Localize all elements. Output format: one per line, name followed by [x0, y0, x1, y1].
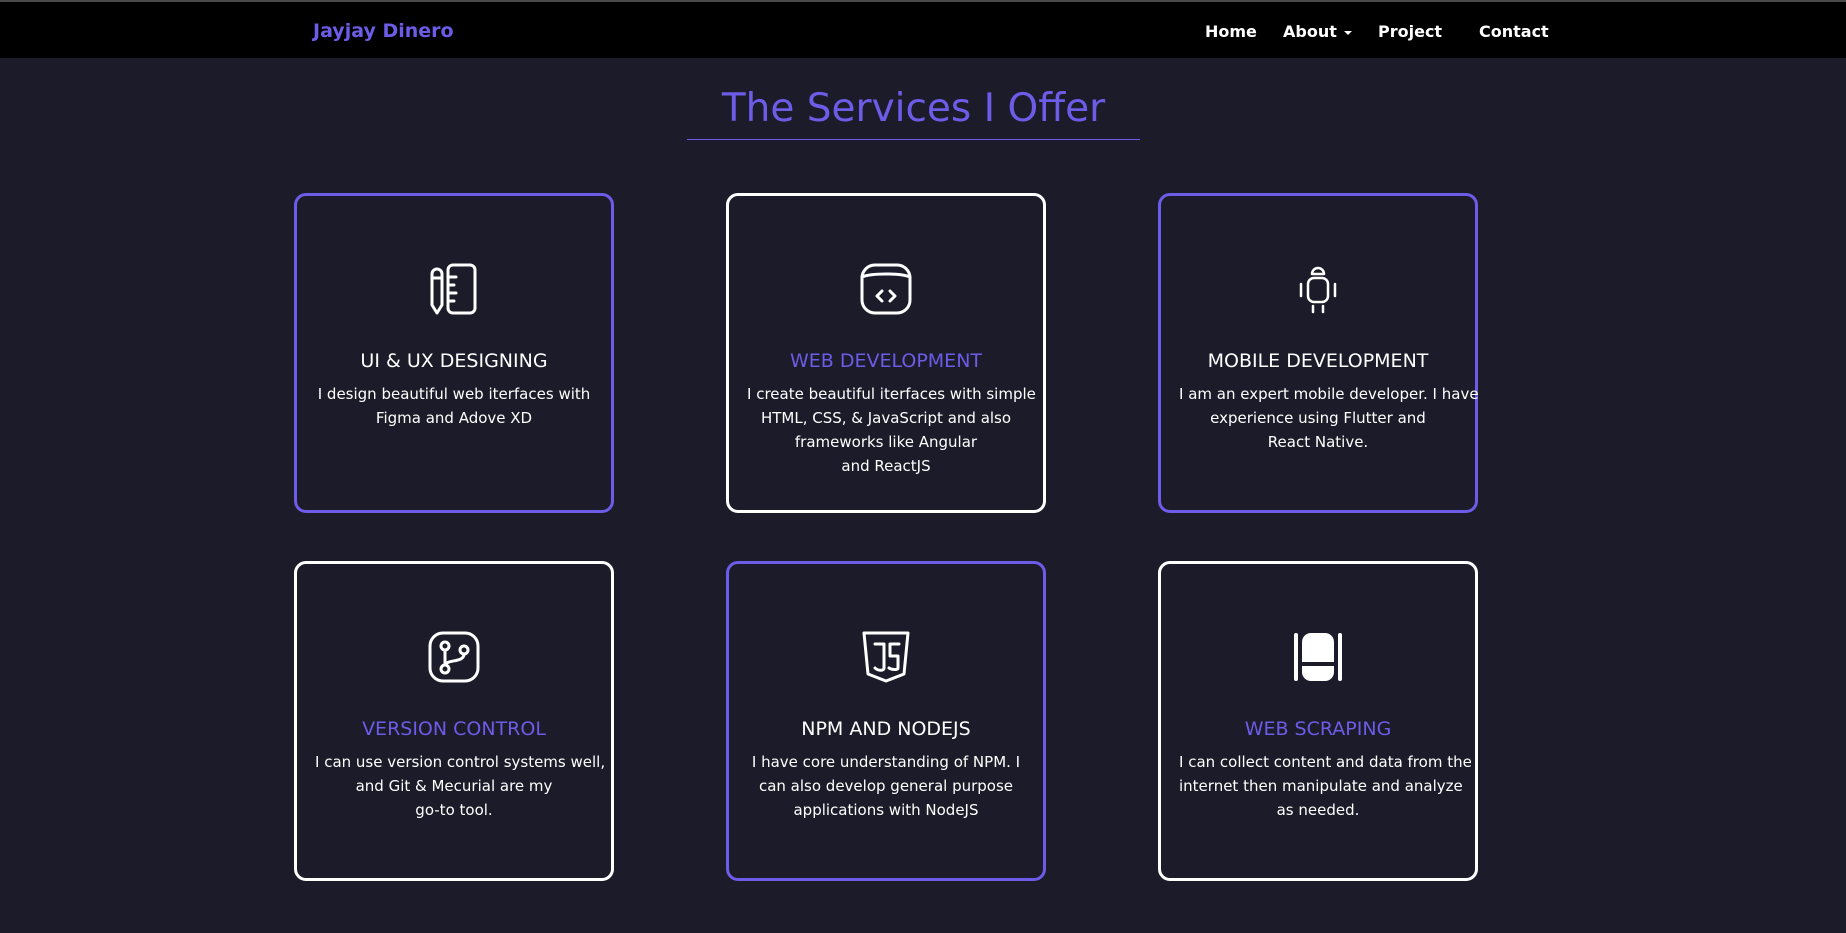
service-description: I am an expert mobile developer. I have …	[1179, 382, 1479, 454]
android-icon	[1291, 262, 1345, 316]
service-description: I create beautiful iterfaces with simple…	[747, 382, 1036, 478]
service-card-web-scraping: WEB SCRAPING I can collect content and d…	[1158, 561, 1478, 881]
web-scraping-icon	[1291, 630, 1345, 684]
service-card-version-control: VERSION CONTROL I can use version contro…	[294, 561, 614, 881]
service-title: NPM AND NODEJS	[801, 718, 971, 740]
nav-link-about[interactable]: About	[1283, 22, 1352, 41]
nav-link-project[interactable]: Project	[1378, 22, 1442, 41]
service-description-line: React Native.	[1267, 433, 1369, 451]
service-description-line: as needed.	[1276, 801, 1360, 819]
service-title: UI & UX DESIGNING	[360, 350, 548, 372]
javascript-icon	[859, 630, 913, 684]
service-description: I can collect content and data from the …	[1179, 750, 1472, 822]
service-description-line: Figma and Adove XD	[375, 409, 533, 427]
service-title: VERSION CONTROL	[362, 718, 546, 740]
service-card-mobile-development: MOBILE DEVELOPMENT I am an expert mobile…	[1158, 193, 1479, 513]
service-description-line: I have core understanding of NPM. I	[751, 753, 1021, 771]
service-description: I have core understanding of NPM. I can …	[747, 750, 1025, 822]
service-description-line: I design beautiful web iterfaces with	[317, 385, 591, 403]
brand-logo[interactable]: Jayjay Dinero	[313, 20, 454, 42]
service-card-ui-ux: UI & UX DESIGNING I design beautiful web…	[294, 193, 614, 513]
service-description-line: frameworks like Angular	[794, 433, 978, 451]
service-title: WEB SCRAPING	[1244, 718, 1392, 740]
service-description-line: and Git & Mecurial are my	[355, 777, 553, 795]
page-title: The Services I Offer	[721, 86, 1106, 131]
pencil-ruler-icon	[427, 262, 481, 316]
navbar: Jayjay Dinero Home About Project Contact	[0, 2, 1846, 58]
service-description-line: can also develop general purpose	[758, 777, 1014, 795]
service-description-line: experience using Flutter and	[1210, 409, 1426, 427]
service-description: I can use version control systems well, …	[315, 750, 606, 822]
chevron-down-icon	[1343, 30, 1352, 35]
service-title: WEB DEVELOPMENT	[789, 350, 983, 372]
service-description: I design beautiful web iterfaces with Fi…	[315, 382, 593, 430]
service-description-line: and ReactJS	[841, 457, 931, 475]
service-description-line: I am an expert mobile developer. I have	[1179, 385, 1479, 403]
nav-link-contact[interactable]: Contact	[1479, 22, 1549, 41]
service-description-line: internet then manipulate and analyze	[1179, 777, 1463, 795]
service-description-line: I can collect content and data from the	[1179, 753, 1472, 771]
service-card-web-development: WEB DEVELOPMENT I create beautiful iterf…	[726, 193, 1046, 513]
service-description-line: I create beautiful iterfaces with simple	[747, 385, 1036, 403]
title-underline	[687, 139, 1140, 140]
service-card-npm-nodejs: NPM AND NODEJS I have core understanding…	[726, 561, 1046, 881]
service-description-line: go-to tool.	[415, 801, 493, 819]
service-title: MOBILE DEVELOPMENT	[1207, 350, 1429, 372]
code-window-icon	[859, 262, 913, 316]
service-description-line: applications with NodeJS	[793, 801, 979, 819]
git-branch-icon	[427, 630, 481, 684]
service-description-line: I can use version control systems well,	[315, 753, 606, 771]
service-description-line: HTML, CSS, & JavaScript and also	[760, 409, 1012, 427]
nav-link-about-label: About	[1283, 22, 1337, 41]
nav-link-home[interactable]: Home	[1205, 22, 1257, 41]
